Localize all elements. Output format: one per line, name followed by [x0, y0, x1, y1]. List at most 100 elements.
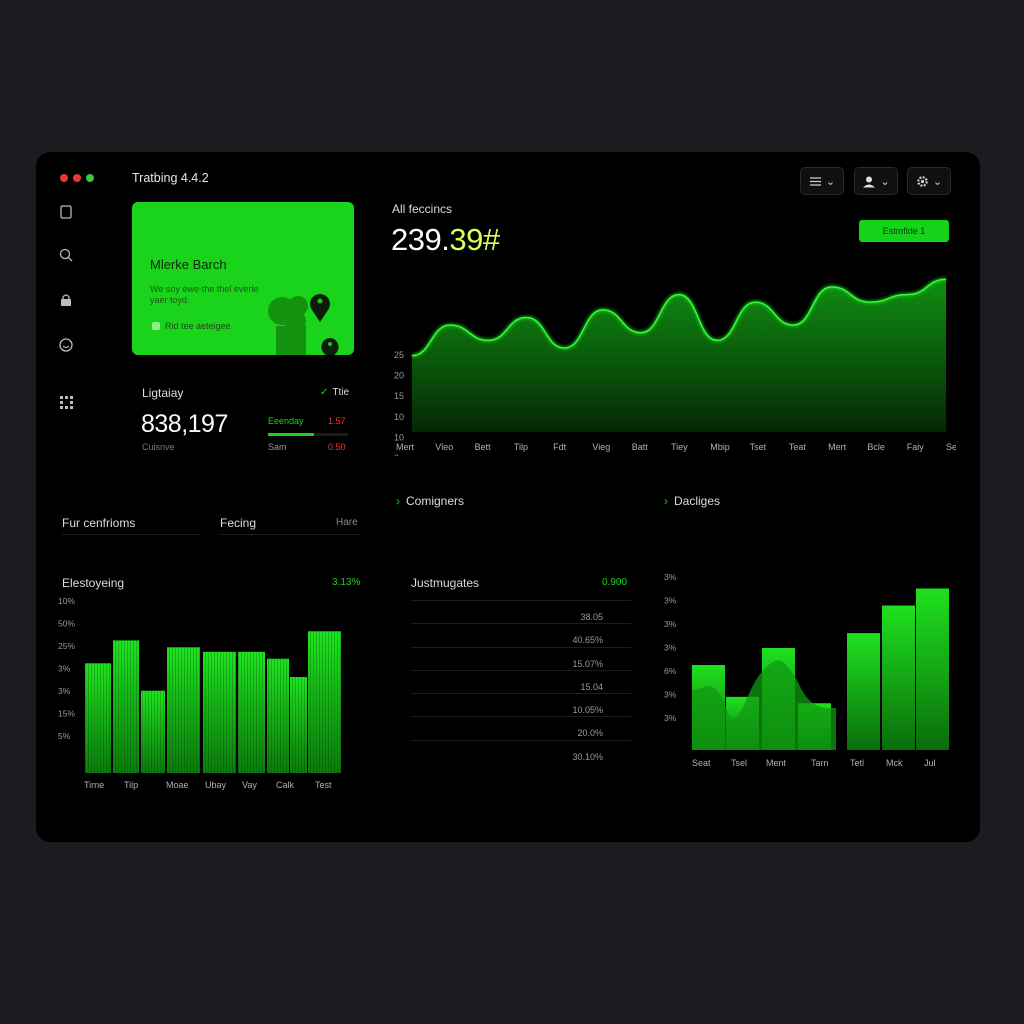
y-tick-label: 3%: [664, 690, 677, 700]
gear-icon: [917, 175, 928, 187]
y-tick-label: 3%: [664, 572, 677, 582]
x-tick-label: Vieg: [592, 442, 610, 452]
bar-texture: [113, 640, 139, 773]
stat-badge-label: Ttie: [332, 387, 350, 398]
y-tick-label: 3%: [664, 643, 677, 653]
promo-title: Mlerke Barch: [150, 257, 227, 272]
chevron-right-icon: ›: [664, 494, 668, 508]
stat-row2-label: Sam: [268, 442, 287, 452]
list-item-value: 20.0%: [577, 728, 603, 739]
list-item[interactable]: 30.10%: [411, 739, 631, 763]
y-tick-label: 3%: [58, 686, 71, 696]
document-icon[interactable]: [58, 204, 74, 220]
section-left-header[interactable]: › Comigners: [396, 494, 464, 508]
x-tick-label: Batt: [632, 442, 649, 452]
x-tick-label: Calk: [276, 780, 295, 790]
minimize-dot[interactable]: [73, 174, 81, 182]
x-tick-label: Vleo: [435, 442, 453, 452]
list-item[interactable]: 15.04: [411, 669, 631, 693]
tab-fecing[interactable]: Fecing: [220, 516, 256, 530]
y-tick-label: 10%: [58, 596, 75, 606]
list-item-value: 40.65%: [572, 635, 603, 646]
list-item-value: 30.10%: [572, 751, 603, 762]
x-tick-label: Mbip: [710, 442, 730, 452]
y-tick-label: 3%: [58, 664, 71, 674]
list-icon: [809, 176, 821, 186]
grid-icon[interactable]: [58, 394, 74, 410]
x-tick-label: Sest: [946, 442, 956, 452]
list-item[interactable]: 38.05: [411, 600, 631, 623]
x-tick-label: Teat: [789, 442, 807, 452]
chevron-down-icon: ⌄: [932, 175, 943, 188]
promo-cta[interactable]: Rid tee aeteigee: [152, 321, 231, 331]
left-chart-value: 3.13%: [332, 577, 361, 588]
x-tick-label: Ment: [766, 758, 787, 768]
bar-texture: [290, 677, 307, 773]
app-window: Tratbing 4.4.2 ⌄ ⌄ ⌄ Mlerke Barch We soy…: [36, 152, 980, 842]
list-item[interactable]: 40.65%: [411, 623, 631, 646]
bar-texture: [238, 651, 265, 773]
section-left-title: Comigners: [406, 494, 465, 508]
list-item-value: 10.05%: [572, 705, 603, 716]
x-tick-label: Moae: [166, 780, 189, 790]
settings-button[interactable]: ⌄: [907, 167, 951, 195]
stat-label: Ligtaiay: [142, 386, 184, 400]
stat-row1-value: 1.57: [328, 416, 346, 426]
y-tick-label: 10: [394, 432, 404, 442]
bar-texture: [167, 647, 200, 773]
maximize-dot[interactable]: [86, 174, 94, 182]
bar-texture: [203, 651, 236, 773]
y-tick-label: 25: [394, 350, 404, 360]
x-tick-label: Seat: [692, 758, 711, 768]
y-tick-label: 10: [394, 412, 404, 422]
list-item-value: 38.05: [580, 612, 603, 622]
y-tick-label: 3%: [664, 596, 677, 606]
main-chart-value-accent: 39#: [449, 222, 500, 257]
lock-icon[interactable]: [58, 292, 74, 308]
x-tick-label: Fdt: [553, 442, 567, 452]
x-tick-label: Mert: [828, 442, 846, 452]
stat-caption: Cuisnve: [142, 442, 175, 452]
menu-button[interactable]: ⌄: [800, 167, 844, 195]
left-chart-title: Elestoyeing: [62, 576, 125, 590]
y-tick-label: 0: [394, 453, 399, 456]
stat-progress-track: [268, 433, 348, 436]
y-tick-label: 3%: [664, 619, 677, 629]
tab-hare[interactable]: Hare: [336, 517, 358, 528]
tab-fur-cenfrioms[interactable]: Fur cenfrioms: [62, 516, 135, 530]
list-item[interactable]: 10.05%: [411, 693, 631, 716]
divider: [62, 534, 200, 535]
bar: [882, 605, 915, 750]
bar-texture: [141, 690, 165, 773]
y-tick-label: 6%: [664, 666, 677, 676]
list-item[interactable]: 15.07%: [411, 646, 631, 670]
list-item[interactable]: 20.0%: [411, 716, 631, 739]
x-tick-label: Faiy: [907, 442, 925, 452]
stat-row1-label: Eeenday: [268, 416, 304, 426]
y-tick-label: 20: [394, 371, 404, 381]
divider: [220, 534, 360, 535]
window-controls: [60, 174, 94, 182]
promo-subtitle: We soy ewe-the thel everle yaer toyd.: [150, 284, 259, 305]
y-tick-label: 5%: [58, 731, 71, 741]
window-title: Tratbing 4.4.2: [132, 171, 209, 185]
stat-badge: ✓ Ttie: [320, 387, 349, 398]
close-dot[interactable]: [60, 174, 68, 182]
checkbox-icon: [152, 322, 160, 330]
x-tick-label: Mert: [396, 442, 414, 452]
promo-card[interactable]: Mlerke Barch We soy ewe-the thel everle …: [132, 202, 354, 355]
y-tick-label: 50%: [58, 619, 75, 629]
x-tick-label: Ubay: [205, 780, 227, 790]
search-icon[interactable]: [58, 247, 74, 263]
smile-icon[interactable]: [58, 337, 74, 353]
x-tick-label: Tarn: [811, 758, 829, 768]
chevron-down-icon: ⌄: [880, 175, 890, 188]
main-area-chart: 25201510100MertVleoBettTilpFdtViegBattTi…: [394, 277, 956, 456]
list-item-value: 15.07%: [572, 658, 603, 669]
estimate-button[interactable]: Estmfide 1: [859, 220, 949, 242]
list-panel-value: 0.900: [602, 577, 628, 588]
list-panel-rows: 38.05 40.65% 15.07% 15.04 10.05% 20.0% 30.10%: [411, 600, 631, 763]
section-right-header[interactable]: › Dacliges: [664, 494, 720, 508]
user-menu-button[interactable]: ⌄: [854, 167, 898, 195]
x-tick-label: Test: [315, 780, 332, 790]
